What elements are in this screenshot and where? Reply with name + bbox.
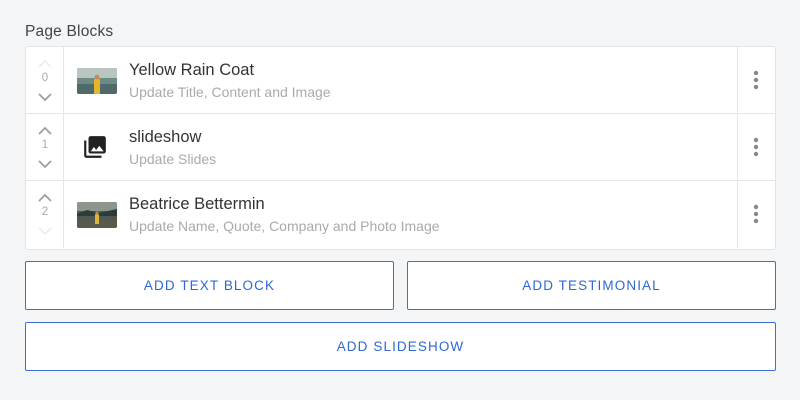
chevron-up-icon[interactable] — [38, 126, 52, 136]
block-title: Beatrice Bettermin — [129, 195, 265, 213]
block-menu-button[interactable] — [737, 181, 775, 248]
more-vert-icon — [753, 137, 759, 157]
chevron-down-icon[interactable] — [38, 226, 52, 236]
add-slideshow-button[interactable]: ADD SLIDESHOW — [25, 322, 776, 371]
block-subtitle: Update Title, Content and Image — [129, 84, 331, 100]
page-blocks-list: 0 Yellow Rain Coat Update Title, Content… — [25, 46, 776, 250]
block-row[interactable]: 1 slideshow Update Slides — [26, 114, 775, 181]
add-text-block-button[interactable]: ADD TEXT BLOCK — [25, 261, 394, 310]
block-index: 1 — [41, 139, 49, 151]
order-controls: 1 — [26, 114, 64, 180]
block-menu-button[interactable] — [737, 114, 775, 180]
more-vert-icon — [753, 204, 759, 224]
block-thumbnail — [64, 47, 117, 113]
add-testimonial-button[interactable]: ADD TESTIMONIAL — [407, 261, 776, 310]
block-title: slideshow — [129, 128, 202, 146]
order-controls: 2 — [26, 181, 64, 248]
chevron-up-icon[interactable] — [38, 59, 52, 69]
block-subtitle: Update Slides — [129, 151, 217, 167]
block-subtitle: Update Name, Quote, Company and Photo Im… — [129, 218, 440, 234]
order-controls: 0 — [26, 47, 64, 113]
photo-library-icon — [84, 136, 106, 158]
more-vert-icon — [753, 70, 759, 90]
image-thumbnail-icon — [77, 202, 117, 228]
chevron-up-icon[interactable] — [38, 193, 52, 203]
block-text: slideshow Update Slides — [116, 114, 737, 180]
section-title: Page Blocks — [25, 23, 114, 40]
block-menu-button[interactable] — [737, 47, 775, 113]
block-index: 0 — [41, 72, 49, 84]
chevron-down-icon[interactable] — [38, 159, 52, 169]
chevron-down-icon[interactable] — [38, 92, 52, 102]
block-thumbnail — [64, 181, 117, 248]
block-text: Beatrice Bettermin Update Name, Quote, C… — [116, 181, 737, 248]
block-title: Yellow Rain Coat — [129, 61, 255, 79]
block-row[interactable]: 0 Yellow Rain Coat Update Title, Content… — [26, 47, 775, 114]
block-text: Yellow Rain Coat Update Title, Content a… — [116, 47, 737, 113]
image-thumbnail-icon — [77, 68, 117, 94]
block-row[interactable]: 2 Beatrice Bettermin Update Name, Quote,… — [26, 181, 775, 248]
block-index: 2 — [41, 206, 49, 218]
block-thumbnail — [64, 114, 116, 180]
